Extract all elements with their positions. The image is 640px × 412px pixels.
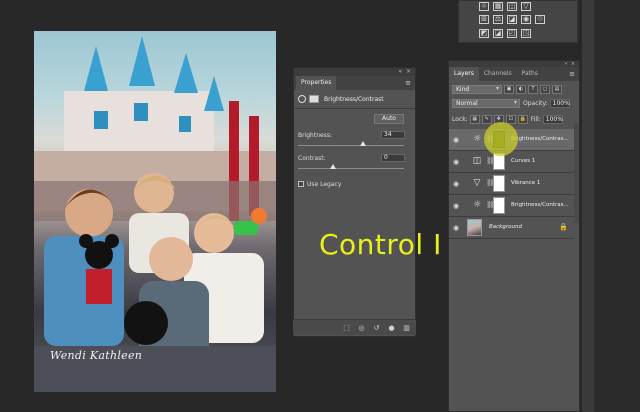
photo-signature: Wendi Kathleen	[50, 349, 143, 362]
layer-name[interactable]: Vibrance 1	[511, 180, 540, 186]
adjustments-panel: ☼ ▦ ◫ ▽ ⊞ ⚖ ◪ ◉ ♲ ◩ ◪ ◰ ◳	[458, 0, 578, 43]
delete-icon[interactable]: ▥	[402, 324, 411, 332]
properties-tabbar: Properties ≡	[294, 76, 415, 90]
filter-shape-icon[interactable]: ◻	[540, 85, 550, 94]
layer-name[interactable]: Curves 1	[511, 158, 535, 164]
contrast-slider-thumb[interactable]	[330, 164, 337, 169]
mask-icon[interactable]	[309, 95, 319, 103]
adjustments-row-3: ◩ ◪ ◰ ◳	[479, 29, 531, 38]
eye-icon[interactable]: ◉	[453, 180, 459, 188]
lock-row: Lock: ▦ ✎ ✥ ⊡ 🔒 Fill: 100%	[452, 115, 576, 124]
brightness-label: Brightness:	[298, 132, 332, 139]
contrast-input[interactable]: 0	[381, 154, 405, 162]
brightness-slider-track[interactable]	[298, 145, 404, 146]
adjustments-row-1: ☼ ▦ ◫ ▽	[479, 2, 531, 11]
blend-mode-dropdown[interactable]: Normal	[452, 99, 520, 108]
layers-scrollbar[interactable]	[574, 123, 579, 223]
properties-separator	[294, 108, 415, 109]
use-legacy-checkbox[interactable]	[298, 181, 304, 187]
properties-panel: « × Properties ≡ Brightness/Contrast	[293, 67, 416, 337]
posterize-icon[interactable]: ◪	[493, 29, 503, 38]
properties-header: Brightness/Contrast	[298, 95, 384, 103]
hue-saturation-icon[interactable]: ⊞	[479, 15, 489, 24]
layer-row-vibrance-1[interactable]: ◉ ▽ ⛓ Vibrance 1	[449, 173, 574, 195]
lock-all-icon[interactable]: 🔒	[517, 115, 528, 124]
document-canvas-photo[interactable]: Wendi Kathleen	[34, 31, 276, 392]
opacity-label: Opacity:	[523, 100, 548, 107]
layer-mask-thumbnail[interactable]	[493, 175, 505, 192]
contrast-slider-track[interactable]	[298, 168, 404, 169]
levels-adjust-icon[interactable]: ▦	[493, 2, 503, 11]
cursor-highlight	[484, 122, 518, 156]
brightness-adjust-icon[interactable]: ☼	[479, 2, 489, 11]
tab-layers[interactable]: Layers	[449, 67, 479, 81]
opacity-input[interactable]: 100%	[549, 99, 570, 108]
gradient-map-icon[interactable]: ◳	[521, 29, 531, 38]
panel-menu-icon[interactable]: ≡	[405, 79, 411, 87]
lock-image-icon[interactable]: ✎	[481, 115, 492, 124]
layers-menu-icon[interactable]: ≡	[569, 70, 575, 78]
eye-icon[interactable]: ◉	[453, 136, 459, 144]
filter-row: Kind ▣ ◐ T ◻ ▤	[452, 85, 576, 94]
threshold-icon[interactable]: ◰	[507, 29, 517, 38]
curves-adjust-icon[interactable]: ◫	[507, 2, 517, 11]
eye-icon[interactable]: ◉	[453, 158, 459, 166]
clip-to-layer-icon[interactable]: ⬚	[342, 324, 351, 332]
properties-footer: ⬚ ◎ ↺ ● ▥	[293, 319, 416, 335]
black-white-icon[interactable]: ◪	[507, 15, 517, 24]
invert-icon[interactable]: ◩	[479, 29, 489, 38]
auto-button[interactable]: Auto	[374, 114, 404, 124]
filter-kind-dropdown[interactable]: Kind	[452, 85, 502, 94]
adjustments-row-2: ⊞ ⚖ ◪ ◉ ♲	[479, 15, 545, 24]
fill-label: Fill:	[530, 116, 541, 123]
brightness-slider-thumb[interactable]	[360, 141, 366, 146]
filter-kind-label: Kind	[456, 86, 470, 93]
blend-mode-label: Normal	[456, 100, 478, 107]
use-legacy-label: Use Legacy	[307, 181, 342, 188]
curves-icon: ◫	[472, 156, 482, 166]
filter-adjust-icon[interactable]: ◐	[516, 85, 526, 94]
exposure-adjust-icon[interactable]: ▽	[521, 2, 531, 11]
panel-divider	[582, 0, 594, 412]
eye-icon[interactable]: ◉	[453, 202, 459, 210]
filter-type-icon[interactable]: T	[528, 85, 538, 94]
layers-tabbar: Layers Channels Paths ≡	[449, 67, 579, 81]
vibrance-icon: ▽	[473, 178, 481, 188]
channel-mixer-icon[interactable]: ♲	[535, 15, 545, 24]
photo-artwork	[34, 36, 276, 392]
layer-mask-thumbnail[interactable]	[493, 197, 505, 214]
lock-transparent-icon[interactable]: ▦	[469, 115, 480, 124]
filter-pixel-icon[interactable]: ▣	[504, 85, 514, 94]
view-previous-icon[interactable]: ◎	[357, 324, 366, 332]
properties-title: Brightness/Contrast	[324, 95, 384, 103]
fill-input[interactable]: 100%	[542, 115, 563, 124]
photo-filter-icon[interactable]: ◉	[521, 15, 531, 24]
adjustment-layer-icon	[298, 95, 306, 103]
lock-label: Lock:	[452, 116, 468, 123]
brightness-icon: ☼	[472, 134, 482, 144]
reset-icon[interactable]: ↺	[372, 324, 381, 332]
background-thumbnail[interactable]	[467, 219, 482, 236]
layer-row-brightness-contrast-1[interactable]: ◉ ☼ ⛓ Brightness/Contras...	[449, 195, 574, 217]
layer-name[interactable]: Background	[489, 224, 522, 230]
layer-row-background[interactable]: ◉ Background 🔒	[449, 217, 574, 239]
brightness-input[interactable]: 34	[381, 131, 405, 139]
right-panel-rail	[594, 0, 640, 412]
properties-collapse-bar[interactable]: « ×	[294, 68, 415, 76]
filter-smart-icon[interactable]: ▤	[552, 85, 562, 94]
contrast-label: Contrast:	[298, 155, 326, 162]
lock-icon[interactable]: 🔒	[559, 223, 568, 231]
shortcut-caption: Control I	[319, 228, 442, 261]
eye-icon[interactable]: ◉	[453, 224, 459, 232]
tab-channels[interactable]: Channels	[479, 67, 517, 81]
tab-properties[interactable]: Properties	[296, 76, 337, 90]
color-balance-icon[interactable]: ⚖	[493, 15, 503, 24]
visibility-icon[interactable]: ●	[387, 324, 396, 332]
layer-name[interactable]: Brightness/Contras...	[511, 136, 569, 142]
layer-row-curves-1[interactable]: ◉ ◫ ⛓ Curves 1	[449, 151, 574, 173]
layer-name[interactable]: Brightness/Contras...	[511, 202, 569, 208]
brightness-icon: ☼	[472, 200, 482, 210]
tab-paths[interactable]: Paths	[517, 67, 543, 81]
blend-row: Normal Opacity: 100%	[452, 99, 576, 108]
